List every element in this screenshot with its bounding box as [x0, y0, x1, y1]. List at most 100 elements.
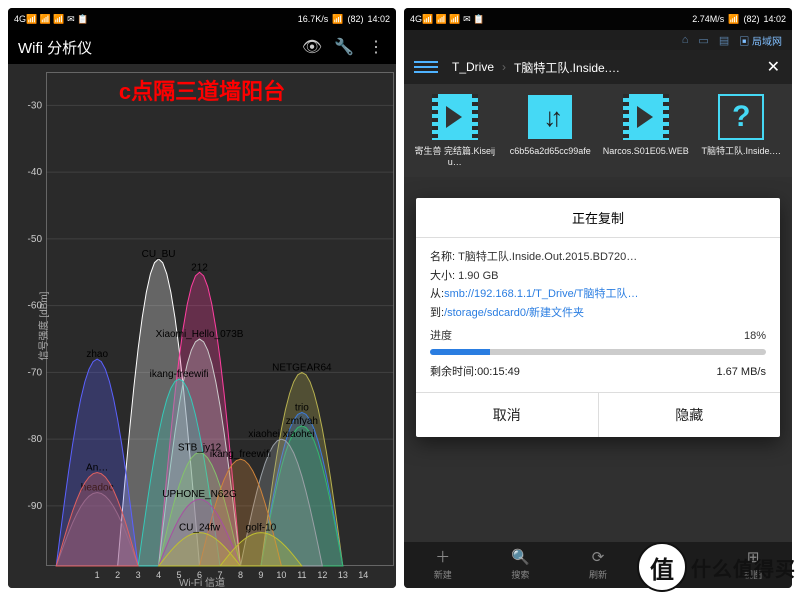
svg-text:9: 9	[258, 570, 263, 580]
status-bar: 4G📶 📶 📶 ✉ 📋 16.7K/s 📶 (82) 14:02	[8, 8, 396, 30]
svg-text:-70: -70	[28, 367, 43, 378]
unknown-icon: ?	[718, 94, 764, 140]
copy-to: /storage/sdcard0/新建文件夹	[444, 307, 584, 319]
svg-text:-80: -80	[28, 434, 43, 445]
svg-text:-30: -30	[28, 100, 43, 111]
nav-label: 刷新	[589, 568, 607, 581]
transfer-rate: 1.67 MB/s	[716, 363, 766, 382]
location-bar: ⌂ ▭ ▤ ▣ 局域网	[404, 30, 792, 50]
hide-button[interactable]: 隐藏	[599, 393, 781, 437]
cancel-button[interactable]: 取消	[416, 393, 599, 437]
nav-刷新[interactable]: ⟳ 刷新	[559, 542, 637, 588]
chart-annotation: c点隔三道墙阳台	[119, 74, 285, 106]
battery: (82)	[743, 14, 759, 24]
net-speed: 2.74M/s	[692, 14, 724, 24]
nav-icon: ⟳	[592, 550, 605, 565]
svg-text:5: 5	[177, 570, 182, 580]
file-label: Narcos.S01E05.WEB	[603, 146, 689, 157]
watermark: 值 什么值得买	[637, 542, 796, 592]
net-speed: 16.7K/s	[298, 14, 329, 24]
svg-text:4: 4	[156, 570, 161, 580]
svg-text:An…: An…	[86, 463, 108, 474]
file-item[interactable]: Narcos.S01E05.WEB	[599, 90, 693, 171]
more-icon[interactable]: ⋮	[366, 37, 386, 57]
file-item[interactable]: 寄生兽 完结篇.Kiseiju…	[408, 90, 502, 171]
nav-label: 新建	[434, 568, 452, 581]
svg-text:7: 7	[217, 570, 222, 580]
clock: 14:02	[763, 14, 786, 24]
close-icon[interactable]: ✕	[759, 57, 788, 77]
svg-text:14: 14	[358, 570, 368, 580]
svg-text:1: 1	[95, 570, 100, 580]
sd-icon[interactable]: ▭	[698, 34, 708, 47]
carrier-label: 4G📶 📶 📶 ✉ 📋	[14, 14, 88, 25]
progress-label: 进度	[430, 327, 452, 346]
nav-新建[interactable]: ＋新建	[404, 542, 482, 588]
svg-text:-40: -40	[28, 167, 43, 178]
svg-text:3: 3	[136, 570, 141, 580]
svg-text:6: 6	[197, 570, 202, 580]
svg-text:ikang-freewifi: ikang-freewifi	[150, 369, 209, 380]
clock: 14:02	[367, 14, 390, 24]
svg-text:-60: -60	[28, 301, 43, 312]
video-icon	[623, 94, 669, 140]
settings-icon[interactable]: 🔧	[334, 37, 354, 57]
svg-text:xiaohei xiaohei: xiaohei xiaohei	[248, 429, 314, 440]
dialog-title: 正在复制	[416, 198, 780, 238]
app-title: Wifi 分析仪	[18, 37, 290, 58]
copy-from: smb://192.168.1.1/T_Drive/T脑特工队…	[444, 288, 638, 300]
battery: (82)	[347, 14, 363, 24]
svg-text:Xiaomi_Hello_073B: Xiaomi_Hello_073B	[156, 329, 244, 340]
breadcrumb: T_Drive › T脑特工队.Inside.… ✕	[404, 50, 792, 84]
file-label: T脑特工队.Inside.…	[701, 146, 781, 157]
chart-svg: -30-40-50-60-70-80-901234567891011121314…	[8, 64, 396, 588]
svg-text:11: 11	[297, 570, 306, 580]
svg-text:zhao: zhao	[86, 349, 108, 360]
svg-text:10: 10	[276, 570, 286, 580]
watermark-badge: 值	[637, 542, 687, 592]
svg-text:8: 8	[238, 570, 243, 580]
file-label: c6b56a2d65cc99afe	[510, 146, 591, 157]
remain-time: 00:15:49	[477, 366, 520, 378]
svg-text:2: 2	[115, 570, 120, 580]
home-icon[interactable]: ⌂	[682, 34, 689, 46]
lan-icon[interactable]: ▣ 局域网	[739, 33, 782, 48]
svg-text:zmfyah: zmfyah	[286, 416, 318, 427]
phone-file-explorer: 4G📶 📶 📶 ✉ 📋 2.74M/s 📶 (82) 14:02 ⌂ ▭ ▤ ▣…	[404, 8, 792, 588]
svg-text:CU_BU: CU_BU	[142, 249, 176, 260]
svg-text:trio: trio	[295, 402, 309, 413]
video-icon	[432, 94, 478, 140]
svg-text:13: 13	[338, 570, 348, 580]
file-label: 寄生兽 完结篇.Kiseiju…	[410, 146, 500, 169]
svg-text:-90: -90	[28, 501, 43, 512]
copy-dialog: 正在复制 名称: T脑特工队.Inside.Out.2015.BD720… 大小…	[416, 198, 780, 437]
svg-text:212: 212	[191, 262, 208, 273]
file-grid: 寄生兽 完结篇.Kiseiju… ↓↑ c6b56a2d65cc99afe Narco…	[404, 84, 792, 177]
progress-pct: 18%	[744, 327, 766, 346]
svg-text:golf-10: golf-10	[246, 523, 277, 534]
breadcrumb-seg-1[interactable]: T_Drive	[444, 60, 502, 74]
svg-text:ikang_freewifi: ikang_freewifi	[210, 449, 271, 460]
watermark-text: 什么值得买	[691, 553, 796, 582]
file-item[interactable]: ? T脑特工队.Inside.…	[695, 90, 789, 171]
stack-icon[interactable]: ▤	[719, 34, 729, 47]
nav-label: 搜索	[511, 568, 529, 581]
status-bar: 4G📶 📶 📶 ✉ 📋 2.74M/s 📶 (82) 14:02	[404, 8, 792, 30]
nav-icon: 🔍	[511, 550, 530, 565]
svg-text:NETGEAR64: NETGEAR64	[272, 362, 332, 373]
svg-text:-50: -50	[28, 234, 43, 245]
visibility-icon[interactable]: 👁	[302, 37, 322, 57]
progress-bar	[430, 349, 766, 355]
nav-搜索[interactable]: 🔍 搜索	[482, 542, 560, 588]
svg-text:CU_24fw: CU_24fw	[179, 523, 221, 534]
phone-wifi-analyzer: 4G📶 📶 📶 ✉ 📋 16.7K/s 📶 (82) 14:02 Wifi 分析…	[8, 8, 396, 588]
svg-text:UPHONE_N62G: UPHONE_N62G	[162, 489, 237, 500]
menu-icon[interactable]	[414, 55, 438, 79]
app-bar: Wifi 分析仪 👁 🔧 ⋮	[8, 30, 396, 64]
transfer-icon: ↓↑	[528, 95, 572, 139]
wifi-signal-chart[interactable]: c点隔三道墙阳台 信号强度 [dBm] Wi-Fi 信道 -30-40-50-6…	[8, 64, 396, 588]
svg-text:12: 12	[317, 570, 327, 580]
copy-size: 1.90 GB	[458, 270, 498, 282]
breadcrumb-seg-2[interactable]: T脑特工队.Inside.…	[506, 59, 759, 76]
file-item[interactable]: ↓↑ c6b56a2d65cc99afe	[504, 90, 598, 171]
